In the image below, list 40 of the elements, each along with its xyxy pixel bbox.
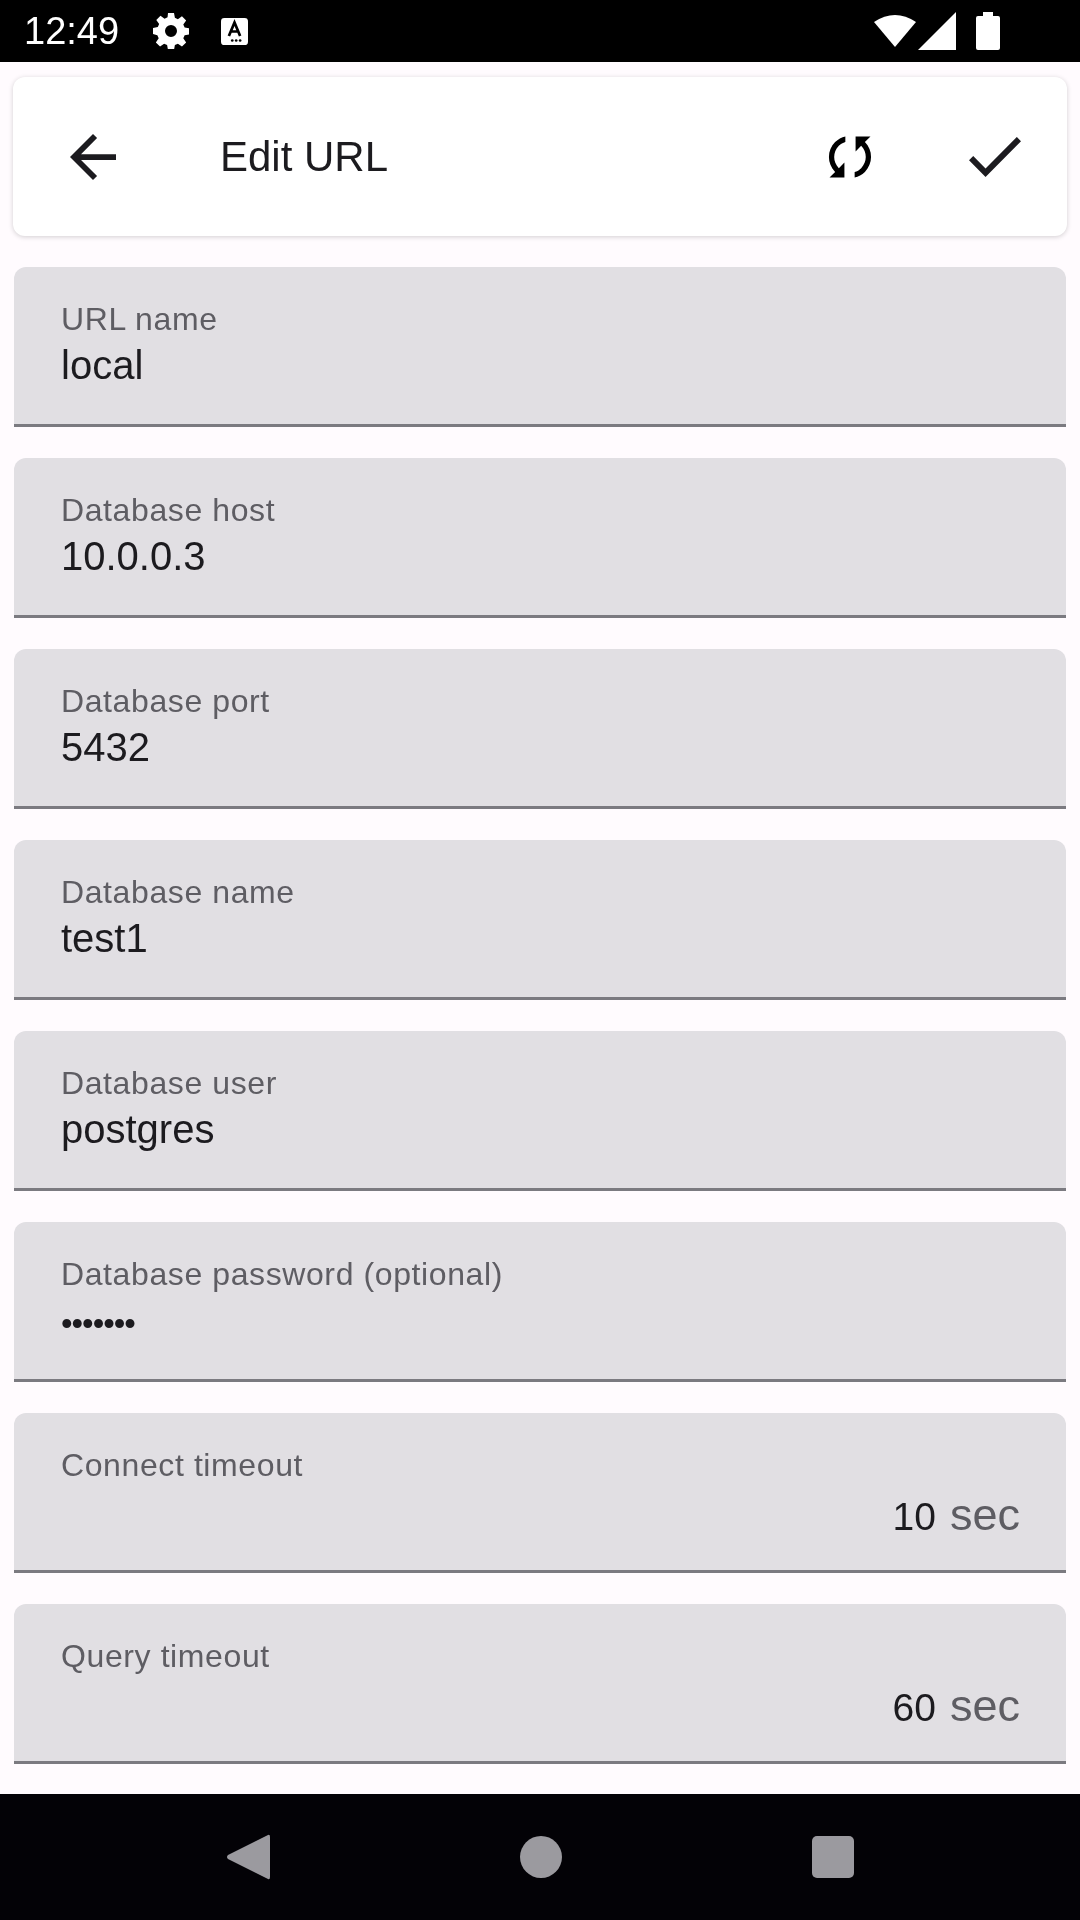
input-field[interactable]: Database name test1 xyxy=(14,840,1066,1000)
field-label: Database password (optional) xyxy=(61,1255,503,1293)
back-nav-button[interactable] xyxy=(226,1833,270,1881)
field-value: 10.0.0.3 xyxy=(61,533,206,579)
screen-title: Edit URL xyxy=(220,131,390,182)
field-value: 5432 xyxy=(61,724,150,770)
field-label: Query timeout xyxy=(61,1637,270,1675)
masked-password: ••••••• xyxy=(61,1304,135,1344)
input-field[interactable]: Database password (optional) ••••••• xyxy=(14,1222,1066,1382)
unit-suffix: sec xyxy=(949,1490,1020,1540)
clock-time: 12:49 xyxy=(24,9,120,53)
field-value: local xyxy=(61,342,144,388)
square-recents-icon xyxy=(812,1836,854,1878)
input-field[interactable]: Database user postgres xyxy=(14,1031,1066,1191)
battery-icon xyxy=(976,12,1000,50)
gear-icon xyxy=(153,13,190,49)
home-nav-button[interactable] xyxy=(520,1836,562,1878)
field-label: Database user xyxy=(61,1064,277,1102)
field-value: 60 xyxy=(892,1685,936,1731)
field-value: 10 xyxy=(892,1494,936,1540)
input-field[interactable]: Query timeout 60 sec xyxy=(14,1604,1066,1764)
signal-icon xyxy=(918,12,956,50)
field-label: Database port xyxy=(61,682,270,720)
field-label: Database host xyxy=(61,491,276,529)
wifi-icon xyxy=(874,15,916,47)
input-field[interactable]: URL name local xyxy=(14,267,1066,427)
field-label: Database name xyxy=(61,873,295,911)
input-field[interactable]: Connect timeout 10 sec xyxy=(14,1413,1066,1573)
check-icon xyxy=(969,136,1021,177)
field-value: test1 xyxy=(61,915,148,961)
field-label: URL name xyxy=(61,300,218,338)
circle-home-icon xyxy=(520,1836,562,1878)
letter-tile-icon xyxy=(221,17,249,45)
triangle-back-icon xyxy=(226,1833,270,1881)
input-field[interactable]: Database port 5432 xyxy=(14,649,1066,809)
field-value: postgres xyxy=(61,1106,215,1152)
input-field[interactable]: Database host 10.0.0.3 xyxy=(14,458,1066,618)
arrow-left-icon xyxy=(70,133,116,180)
field-label: Connect timeout xyxy=(61,1446,303,1484)
unit-suffix: sec xyxy=(949,1681,1020,1731)
